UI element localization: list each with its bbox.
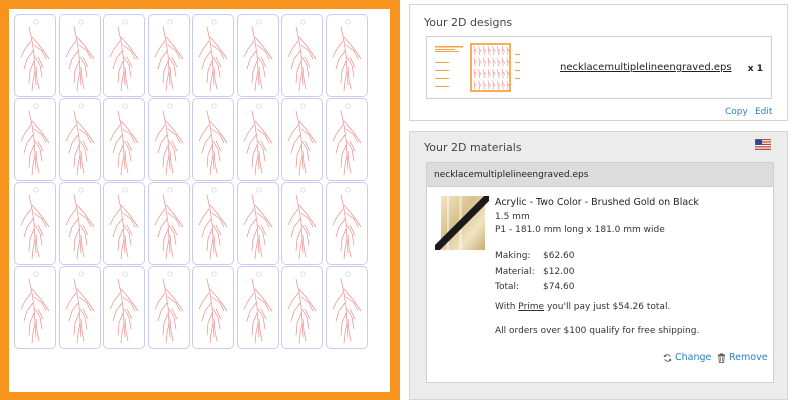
material-thickness: 1.5 mm xyxy=(495,212,530,222)
necklace-tag xyxy=(58,14,101,97)
design-filename-link[interactable]: necklacemultiplelineengraved.eps xyxy=(560,62,732,73)
designs-panel: Your 2D designs necklacemultiplelineengr… xyxy=(409,4,788,121)
change-label: Change xyxy=(675,352,712,363)
necklace-tag xyxy=(147,182,190,265)
material-file-header: necklacemultiplelineengraved.eps xyxy=(427,163,773,187)
necklace-tag xyxy=(147,266,190,349)
necklace-tag xyxy=(147,14,190,97)
us-flag-icon[interactable] xyxy=(755,139,771,150)
necklace-tag xyxy=(325,14,368,97)
material-swatch xyxy=(435,196,489,250)
material-size: P1 - 181.0 mm long x 181.0 mm wide xyxy=(495,225,665,235)
price-label: Material: xyxy=(495,266,535,277)
necklace-tag xyxy=(325,266,368,349)
price-label: Total: xyxy=(495,282,520,292)
edit-link[interactable]: Edit xyxy=(755,107,772,117)
necklace-tag xyxy=(14,14,56,97)
prime-link[interactable]: Prime xyxy=(518,302,544,312)
design-preview-canvas xyxy=(9,9,390,392)
design-quantity: x 1 xyxy=(747,64,763,74)
necklace-tag xyxy=(281,182,323,265)
design-preview-frame xyxy=(0,0,400,400)
necklace-tag xyxy=(103,14,145,97)
remove-button[interactable]: Remove xyxy=(717,352,768,363)
design-thumbnail[interactable] xyxy=(433,42,553,94)
necklace-tag xyxy=(103,266,145,349)
necklace-tag xyxy=(192,182,234,265)
copy-link[interactable]: Copy xyxy=(725,107,748,117)
necklace-tag xyxy=(14,98,56,181)
refresh-icon xyxy=(663,353,672,362)
necklace-tag xyxy=(281,266,323,349)
material-name: Acrylic - Two Color - Brushed Gold on Bl… xyxy=(495,197,699,208)
necklace-tag-grid xyxy=(14,14,368,349)
necklace-tag xyxy=(103,182,145,265)
necklace-tag xyxy=(103,98,145,181)
necklace-tag xyxy=(281,14,323,97)
designs-title: Your 2D designs xyxy=(424,16,513,29)
materials-title: Your 2D materials xyxy=(424,141,522,154)
price-value: $74.60 xyxy=(543,282,575,292)
necklace-tag xyxy=(147,98,190,181)
design-item: necklacemultiplelineengraved.eps x 1 xyxy=(426,36,772,99)
prime-savings-note: With Prime you'll pay just $54.26 total. xyxy=(495,302,670,312)
order-sidebar: Your 2D designs necklacemultiplelineengr… xyxy=(409,0,800,400)
trash-icon xyxy=(717,352,726,363)
necklace-tag xyxy=(58,182,101,265)
necklace-tag xyxy=(192,266,234,349)
price-row-total: Total: $74.60 xyxy=(495,282,575,298)
necklace-tag xyxy=(325,182,368,265)
necklace-tag xyxy=(14,182,56,265)
price-label: Making: xyxy=(495,251,531,261)
price-value: $62.60 xyxy=(543,251,575,261)
price-row-material: Material: $12.00 xyxy=(495,267,575,283)
remove-label: Remove xyxy=(729,352,768,363)
materials-panel: Your 2D materials necklacemultiplelineen… xyxy=(409,131,788,400)
change-button[interactable]: Change xyxy=(663,352,711,363)
material-item: necklacemultiplelineengraved.eps Acrylic xyxy=(426,162,774,383)
necklace-tag xyxy=(236,182,279,265)
prime-suffix: you'll pay just $54.26 total. xyxy=(544,302,671,312)
price-table: Making: $62.60 Material: $12.00 Total: $… xyxy=(495,251,575,298)
shipping-note: All orders over $100 qualify for free sh… xyxy=(495,326,700,336)
necklace-tag xyxy=(325,98,368,181)
necklace-tag xyxy=(236,266,279,349)
prime-prefix: With xyxy=(495,302,519,312)
necklace-tag xyxy=(14,266,56,349)
necklace-tag xyxy=(281,98,323,181)
necklace-tag xyxy=(236,98,279,181)
necklace-tag xyxy=(236,14,279,97)
necklace-tag xyxy=(192,14,234,97)
necklace-tag xyxy=(192,98,234,181)
necklace-tag xyxy=(58,266,101,349)
price-value: $12.00 xyxy=(543,266,575,277)
necklace-tag xyxy=(58,98,101,181)
price-row-making: Making: $62.60 xyxy=(495,251,575,267)
